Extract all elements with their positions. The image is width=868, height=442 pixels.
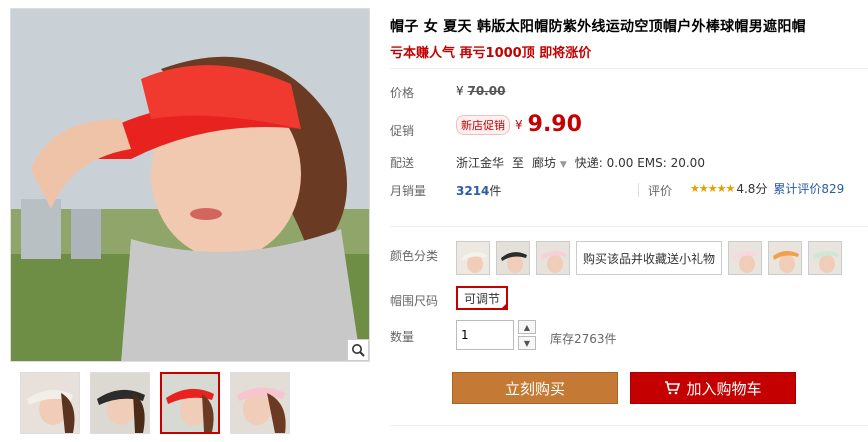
main-product-image[interactable]: [10, 8, 370, 362]
sales-label: 月销量: [390, 184, 427, 198]
color-option-mint[interactable]: [808, 241, 842, 275]
shipping-from: 浙江金华: [456, 156, 505, 170]
shipping-info: 浙江金华 至 廊坊 ▼ 快递: 0.00 EMS: 20.00: [456, 154, 705, 171]
shipping-destination: 廊坊: [532, 156, 557, 170]
buy-now-label: 立刻购买: [504, 379, 565, 398]
thumbnail-2[interactable]: [90, 372, 150, 434]
promo-label: 促销: [390, 124, 415, 138]
rating-label: 评价: [648, 184, 673, 198]
thumbnail-1[interactable]: [20, 372, 80, 434]
original-price-currency: ¥: [456, 84, 464, 98]
monthly-sales: 3214件: [456, 182, 501, 199]
stock-count: 库存2763件: [550, 332, 617, 346]
size-label: 帽围尺码: [390, 294, 439, 308]
star-rating-icon: ★★★★★: [690, 182, 735, 195]
thumbnail-4[interactable]: [230, 372, 290, 434]
color-option-pink[interactable]: [536, 241, 570, 275]
product-photo: [11, 9, 369, 361]
promo-currency: ¥: [515, 117, 523, 132]
zoom-button[interactable]: [347, 339, 369, 361]
add-to-cart-label: 加入购物车: [686, 379, 762, 398]
sales-count: 3214: [456, 184, 490, 198]
quantity-increase-button[interactable]: ▲: [518, 320, 536, 334]
original-price-value: 70.00: [467, 84, 506, 98]
buy-now-button[interactable]: 立刻购买: [452, 372, 618, 404]
divider: [390, 226, 868, 227]
size-option-adjustable[interactable]: 可调节: [456, 286, 509, 310]
color-option-orange[interactable]: [768, 241, 802, 275]
promo-price-value: 9.90: [527, 112, 582, 137]
sales-unit: 件: [489, 184, 502, 198]
product-subtitle: 亏本赚人气 再亏1000顶 即将涨价: [390, 46, 592, 61]
price-label: 价格: [390, 86, 415, 100]
quantity-input[interactable]: [456, 320, 514, 350]
chevron-down-icon: ▼: [559, 160, 567, 170]
chevron-up-icon: ▲: [523, 322, 531, 332]
color-option-white[interactable]: [456, 241, 490, 275]
divider: [390, 68, 868, 69]
promo-price: 新店促销 ¥ 9.90: [456, 112, 582, 137]
divider: [638, 183, 639, 197]
quantity-decrease-button[interactable]: ▼: [518, 336, 536, 350]
color-option-black[interactable]: [496, 241, 530, 275]
size-option-label: 可调节: [464, 291, 501, 306]
add-to-cart-button[interactable]: 加入购物车: [630, 372, 796, 404]
rating-block: ★★★★★ 4.8分 累计评价829: [690, 180, 844, 197]
promo-badge: 新店促销: [456, 114, 510, 135]
original-price: ¥ 70.00: [456, 84, 505, 98]
rating-score: 4.8分: [736, 182, 768, 196]
cart-icon: [665, 381, 681, 395]
selected-check-icon: [500, 302, 509, 310]
quantity-label: 数量: [390, 330, 415, 344]
product-title: 帽子 女 夏天 韩版太阳帽防紫外线运动空顶帽户外棒球帽男遮阳帽: [390, 19, 806, 35]
thumbnail-strip: [10, 372, 370, 438]
shipping-to-word: 至: [512, 156, 525, 170]
reviews-link[interactable]: 累计评价829: [773, 180, 844, 197]
magnifier-icon: [352, 344, 365, 357]
shipping-label: 配送: [390, 156, 415, 170]
divider: [390, 425, 868, 426]
shipping-fees: 快递: 0.00 EMS: 20.00: [574, 156, 705, 170]
color-option-gift[interactable]: 购买该品并收藏送小礼物: [576, 241, 722, 275]
thumbnail-3[interactable]: [160, 372, 220, 434]
chevron-down-icon: ▼: [523, 338, 531, 348]
color-label: 颜色分类: [390, 249, 439, 263]
shipping-destination-select[interactable]: 廊坊 ▼: [532, 154, 567, 171]
color-option-light-pink[interactable]: [728, 241, 762, 275]
